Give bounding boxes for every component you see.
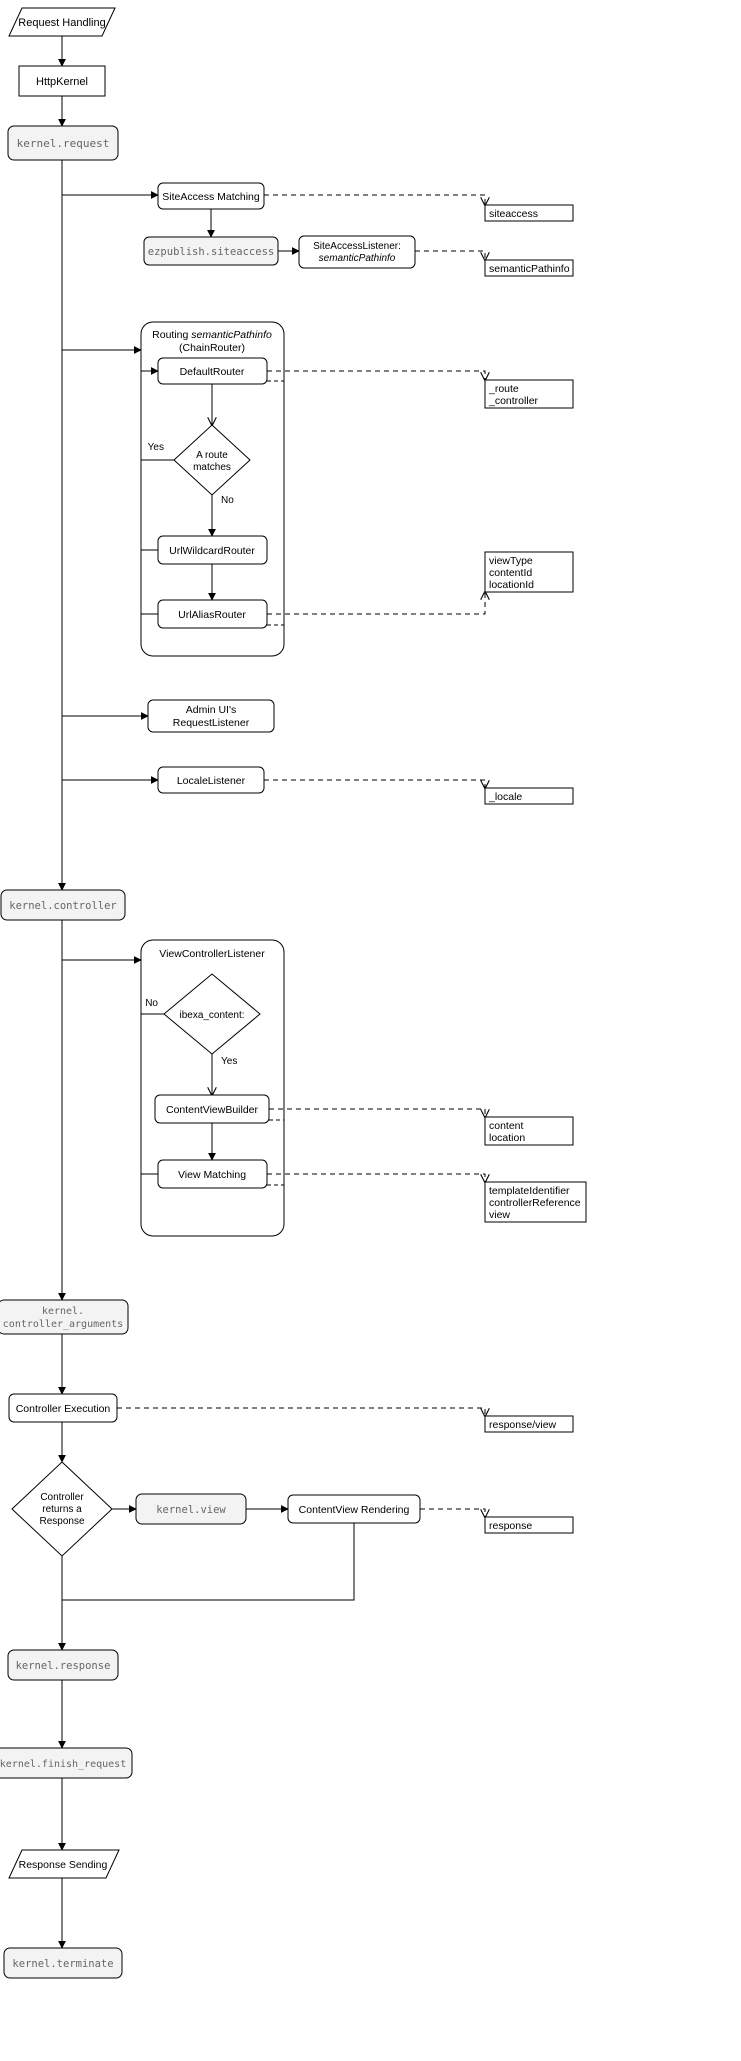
- node-http-kernel: HttpKernel: [19, 66, 105, 96]
- label-no-2: No: [145, 998, 158, 1009]
- svg-text:controllerReference: controllerReference: [489, 1197, 581, 1209]
- node-kernel-view: kernel.view: [136, 1494, 246, 1524]
- svg-text:viewType: viewType: [489, 555, 533, 567]
- svg-text:SiteAccess Matching: SiteAccess Matching: [162, 191, 260, 203]
- svg-text:Response Sending: Response Sending: [19, 1859, 108, 1871]
- svg-text:response/view: response/view: [489, 1419, 557, 1431]
- node-view-matching: View Matching: [158, 1160, 267, 1188]
- node-contentview-rendering: ContentView Rendering: [288, 1495, 420, 1523]
- node-url-wildcard-router: UrlWildcardRouter: [158, 536, 267, 564]
- out-locale: _locale: [485, 788, 573, 804]
- svg-text:semanticPathinfo: semanticPathinfo: [489, 263, 570, 275]
- svg-text:UrlAliasRouter: UrlAliasRouter: [178, 609, 246, 621]
- svg-text:ContentViewBuilder: ContentViewBuilder: [166, 1104, 259, 1116]
- svg-text:SiteAccessListener:: SiteAccessListener:: [313, 241, 401, 252]
- svg-text:HttpKernel: HttpKernel: [36, 76, 88, 88]
- out-template-controllerref-view: templateIdentifier controllerReference v…: [485, 1182, 586, 1222]
- out-content-location: content location: [485, 1117, 573, 1145]
- svg-text:kernel.response: kernel.response: [16, 1660, 111, 1672]
- node-ezpublish-siteaccess: ezpublish.siteaccess: [144, 237, 278, 265]
- svg-text:locationId: locationId: [489, 579, 534, 591]
- out-semanticpathinfo: semanticPathinfo: [485, 260, 573, 276]
- svg-text:ibexa_content:: ibexa_content:: [179, 1010, 244, 1021]
- svg-text:ezpublish.siteaccess: ezpublish.siteaccess: [148, 246, 274, 258]
- svg-text:kernel.terminate: kernel.terminate: [12, 1958, 113, 1970]
- svg-text:semanticPathinfo: semanticPathinfo: [319, 253, 396, 264]
- svg-text:LocaleListener: LocaleListener: [177, 775, 246, 787]
- svg-text:(ChainRouter): (ChainRouter): [179, 342, 245, 354]
- svg-text:contentId: contentId: [489, 567, 532, 579]
- label-no-1: No: [221, 495, 234, 506]
- svg-text:kernel.controller: kernel.controller: [9, 900, 116, 912]
- node-kernel-terminate: kernel.terminate: [4, 1948, 122, 1978]
- svg-text:UrlWildcardRouter: UrlWildcardRouter: [169, 545, 255, 557]
- svg-text:_controller: _controller: [488, 395, 539, 407]
- svg-text:returns a: returns a: [42, 1504, 82, 1515]
- svg-text:matches: matches: [193, 462, 231, 473]
- svg-text:View Matching: View Matching: [178, 1169, 246, 1181]
- node-contentviewbuilder: ContentViewBuilder: [155, 1095, 269, 1123]
- svg-text:kernel.request: kernel.request: [17, 137, 110, 150]
- svg-text:RequestListener: RequestListener: [173, 717, 250, 729]
- svg-text:response: response: [489, 1520, 532, 1532]
- node-kernel-response: kernel.response: [8, 1650, 118, 1680]
- node-default-router: DefaultRouter: [158, 358, 267, 384]
- svg-text:controller_arguments: controller_arguments: [3, 1319, 123, 1330]
- svg-text:_route: _route: [488, 383, 519, 395]
- svg-text:siteaccess: siteaccess: [489, 208, 538, 220]
- svg-text:Admin UI's: Admin UI's: [186, 704, 236, 716]
- out-route-controller: _route _controller: [485, 380, 573, 408]
- node-kernel-finish-request: kernel.finish_request: [0, 1748, 132, 1778]
- flowchart-diagram: Request Handling HttpKernel kernel.reque…: [0, 0, 741, 2061]
- node-response-sending: Response Sending: [9, 1850, 119, 1878]
- svg-text:Response: Response: [39, 1516, 84, 1527]
- svg-text:Controller: Controller: [40, 1492, 84, 1503]
- node-siteaccess-matching: SiteAccess Matching: [158, 183, 264, 209]
- out-response-view: response/view: [485, 1416, 573, 1432]
- svg-text:Routing semanticPathinfo: Routing semanticPathinfo: [152, 329, 272, 341]
- node-admin-ui-requestlistener: Admin UI's RequestListener: [148, 700, 274, 732]
- svg-text:A route: A route: [196, 450, 228, 461]
- out-response: response: [485, 1517, 573, 1533]
- svg-text:ContentView Rendering: ContentView Rendering: [299, 1504, 410, 1516]
- svg-text:location: location: [489, 1132, 525, 1144]
- node-url-alias-router: UrlAliasRouter: [158, 600, 267, 628]
- node-controller-execution: Controller Execution: [9, 1394, 117, 1422]
- node-kernel-request: kernel.request: [8, 126, 118, 160]
- svg-text:Controller Execution: Controller Execution: [16, 1403, 111, 1415]
- svg-text:kernel.view: kernel.view: [156, 1504, 226, 1516]
- svg-text:kernel.finish_request: kernel.finish_request: [0, 1759, 126, 1770]
- svg-text:content: content: [489, 1120, 524, 1132]
- svg-text:_locale: _locale: [488, 791, 522, 803]
- svg-text:ViewControllerListener: ViewControllerListener: [159, 948, 265, 960]
- svg-text:DefaultRouter: DefaultRouter: [180, 366, 245, 378]
- node-request-handling: Request Handling: [9, 8, 115, 36]
- svg-text:view: view: [489, 1209, 510, 1221]
- svg-text:kernel.: kernel.: [42, 1306, 84, 1317]
- node-siteaccess-listener: SiteAccessListener: semanticPathinfo: [299, 236, 415, 268]
- svg-text:Request Handling: Request Handling: [18, 17, 105, 29]
- out-view-content-location: viewType contentId locationId: [485, 552, 573, 592]
- label-yes-2: Yes: [221, 1056, 237, 1067]
- svg-text:templateIdentifier: templateIdentifier: [489, 1185, 570, 1197]
- node-controller-returns-response: Controller returns a Response: [12, 1462, 112, 1556]
- label-yes-1: Yes: [148, 442, 164, 453]
- node-kernel-controller: kernel.controller: [1, 890, 125, 920]
- node-kernel-controller-arguments: kernel. controller_arguments: [0, 1300, 128, 1334]
- out-siteaccess: siteaccess: [485, 205, 573, 221]
- node-locale-listener: LocaleListener: [158, 767, 264, 793]
